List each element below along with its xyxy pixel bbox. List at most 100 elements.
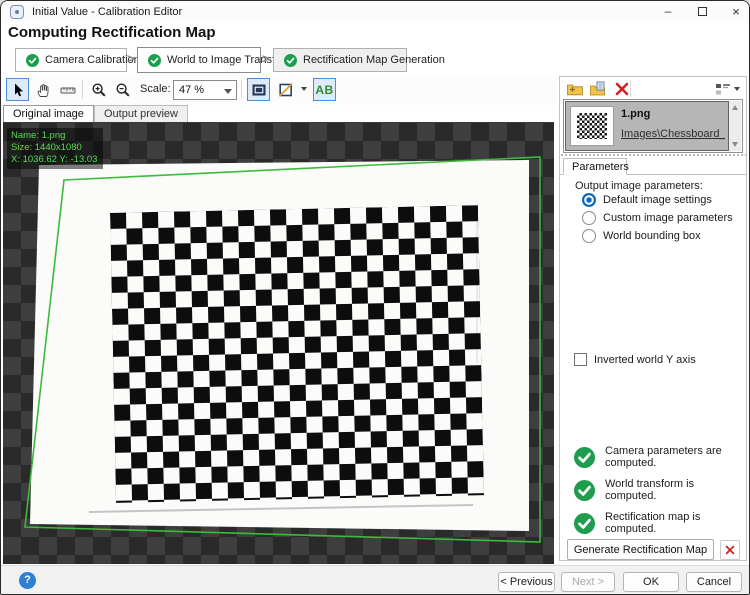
chevron-down-icon[interactable]: [301, 87, 307, 91]
pan-tool-button[interactable]: [31, 78, 54, 101]
overlay-cursor-coords: X: 1036.62 Y: -13.03: [11, 154, 97, 166]
radio-custom-image-parameters[interactable]: Custom image parameters: [582, 211, 733, 225]
radio-world-bounding-box[interactable]: World bounding box: [582, 229, 701, 243]
chessboard-thumbnail-pattern: [577, 113, 607, 139]
window-title: Initial Value - Calibration Editor: [32, 6, 182, 18]
success-check-icon: [574, 480, 595, 501]
close-button[interactable]: ×: [719, 1, 750, 23]
status-world-transform: World transform is computed.: [574, 478, 746, 502]
add-folder-button[interactable]: [566, 80, 584, 98]
help-button[interactable]: ?: [19, 572, 36, 589]
chevron-down-icon: [224, 89, 232, 94]
chevron-down-icon[interactable]: [734, 87, 740, 91]
inverted-world-y-axis-checkbox-row[interactable]: Inverted world Y axis: [574, 353, 696, 366]
image-file-name: 1.png: [621, 108, 650, 120]
folder-files-icon: [589, 80, 607, 98]
generate-rectification-map-button[interactable]: Generate Rectification Map: [567, 539, 714, 560]
calibration-image: [3, 123, 554, 564]
add-images-button[interactable]: [589, 80, 607, 98]
tab-original-image[interactable]: Original image: [3, 105, 94, 122]
scale-label: Scale:: [140, 83, 171, 95]
previous-button[interactable]: < Previous: [498, 572, 555, 592]
title-bar: Initial Value - Calibration Editor – ×: [1, 1, 749, 23]
cancel-button[interactable]: Cancel: [686, 572, 742, 592]
success-check-icon: [574, 513, 595, 534]
folder-plus-icon: [566, 80, 584, 98]
radio-label: Default image settings: [603, 194, 712, 206]
ruler-icon: [60, 82, 76, 98]
radio-icon[interactable]: [582, 211, 596, 225]
image-file-path-link[interactable]: Images\Chessboard_Cali...: [621, 128, 725, 140]
step-label: Rectification Map Generation: [303, 54, 445, 66]
status-camera-parameters: Camera parameters are computed.: [574, 445, 746, 469]
radio-label: Custom image parameters: [603, 212, 733, 224]
image-list-item[interactable]: 1.png Images\Chessboard_Cali...: [565, 101, 729, 151]
measure-tool-button[interactable]: [56, 78, 79, 101]
list-view-mode-button[interactable]: [715, 82, 731, 96]
step-world-to-image-transform[interactable]: World to Image Transform: [137, 47, 261, 73]
delete-x-icon: [613, 80, 631, 98]
details-view-icon: [715, 82, 731, 96]
app-icon: [10, 5, 24, 19]
next-button: Next >: [561, 572, 615, 592]
step-camera-calibration[interactable]: Camera Calibration: [15, 48, 127, 72]
hand-icon: [35, 82, 51, 98]
toolbar-separator: [241, 80, 242, 99]
remove-image-button[interactable]: [613, 80, 631, 98]
select-tool-button[interactable]: [6, 78, 29, 101]
success-check-icon: [574, 447, 595, 468]
image-info-overlay: Name: 1.png Size: 1440x1080 X: 1036.62 Y…: [7, 128, 103, 169]
calibration-editor-window: Initial Value - Calibration Editor – × C…: [0, 0, 750, 595]
step-separator-chevron: >: [262, 51, 270, 66]
image-view-tabs: Original image Output preview: [1, 105, 557, 122]
background-style-button[interactable]: [274, 78, 297, 101]
step-rectification-map-generation[interactable]: Rectification Map Generation: [273, 48, 407, 72]
toolbar-separator: [82, 80, 83, 99]
wizard-steps: Camera Calibration > World to Image Tran…: [1, 47, 749, 73]
fit-image-icon: [251, 82, 267, 98]
zoom-out-icon: [115, 82, 131, 98]
scroll-up-icon[interactable]: [732, 105, 738, 110]
tab-output-preview[interactable]: Output preview: [94, 105, 188, 122]
canvas-toolbar: Scale: 47 % AB: [1, 75, 557, 105]
overlay-image-name: Name: 1.png: [11, 130, 97, 142]
step-separator-chevron: >: [127, 51, 135, 66]
overlay-image-size: Size: 1440x1080: [11, 142, 97, 154]
status-rectification-map: Rectification map is computed.: [574, 511, 746, 535]
checkbox-label: Inverted world Y axis: [594, 354, 696, 366]
output-image-parameters-label: Output image parameters:: [575, 180, 703, 192]
zoom-out-button[interactable]: [111, 78, 134, 101]
scale-value: 47 %: [179, 84, 204, 96]
status-text: World transform is computed.: [605, 478, 746, 502]
zoom-in-icon: [91, 82, 107, 98]
toolbar-separator: [630, 81, 631, 97]
fit-to-window-button[interactable]: [247, 78, 270, 101]
page-title: Computing Rectification Map: [8, 24, 216, 41]
scroll-down-icon[interactable]: [732, 142, 738, 147]
image-canvas[interactable]: Name: 1.png Size: 1440x1080 X: 1036.62 Y…: [3, 122, 554, 564]
cursor-arrow-icon: [10, 82, 26, 98]
radio-icon[interactable]: [582, 229, 596, 243]
maximize-button[interactable]: [685, 1, 719, 23]
status-text: Rectification map is computed.: [605, 511, 746, 535]
side-panel: 1.png Images\Chessboard_Cali... Paramete…: [559, 76, 747, 561]
tab-parameters[interactable]: Parameters: [563, 158, 627, 175]
list-scrollbar[interactable]: [729, 101, 741, 151]
chessboard-pattern: [110, 205, 484, 503]
status-text: Camera parameters are computed.: [605, 445, 746, 469]
clear-rectification-button[interactable]: [720, 540, 740, 560]
radio-icon[interactable]: [582, 193, 596, 207]
ab-compare-button[interactable]: AB: [313, 78, 336, 101]
ok-button[interactable]: OK: [623, 572, 679, 592]
radio-default-image-settings[interactable]: Default image settings: [582, 193, 712, 207]
zoom-in-button[interactable]: [87, 78, 110, 101]
scale-combobox[interactable]: 47 %: [173, 80, 237, 100]
no-background-icon: [278, 82, 294, 98]
minimize-button[interactable]: –: [651, 1, 685, 23]
step-done-check-icon: [26, 54, 39, 67]
maximize-icon: [698, 7, 707, 16]
checkbox-icon[interactable]: [574, 353, 587, 366]
image-list: 1.png Images\Chessboard_Cali...: [563, 99, 743, 153]
radio-label: World bounding box: [603, 230, 701, 242]
step-label: Camera Calibration: [45, 54, 140, 66]
